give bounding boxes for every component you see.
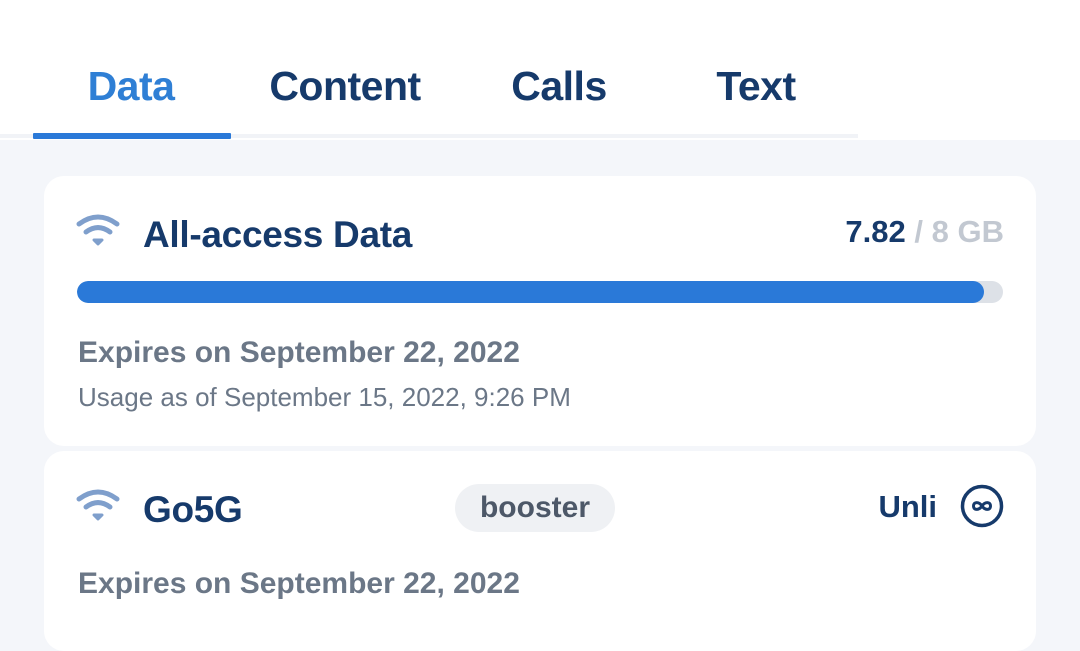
usage-progress-bar [77,281,1003,303]
tab-calls[interactable]: Calls [505,60,613,112]
tab-data[interactable]: Data [70,60,192,112]
usage-progress-fill [77,281,985,303]
active-tab-indicator [33,133,231,139]
usage-as-of: Usage as of September 15, 2022, 9:26 PM [78,382,571,412]
wifi-icon [76,214,120,246]
allowance-label: Unli [878,489,937,524]
plan-card-go5g[interactable]: Go5G booster Unli Expires on September 2… [44,451,1036,651]
infinity-icon [960,484,1004,528]
wifi-icon [76,489,120,521]
tab-content[interactable]: Content [260,60,430,112]
expiry-date: Expires on September 22, 2022 [78,567,520,600]
plan-name: All-access Data [143,214,413,255]
plan-card-all-access-data[interactable]: All-access Data 7.82 / 8 GB Expires on S… [44,176,1036,446]
usage-separator: / [914,214,924,249]
usage-readout: 7.82 / 8 GB [845,214,1004,250]
tab-text[interactable]: Text [710,60,802,112]
usage-total: 8 GB [931,214,1004,249]
tab-bar: Data Content Calls Text [0,0,1080,140]
expiry-date: Expires on September 22, 2022 [78,336,520,369]
plan-name: Go5G [143,489,243,530]
booster-badge: booster [455,484,615,532]
usage-used: 7.82 [845,214,906,249]
